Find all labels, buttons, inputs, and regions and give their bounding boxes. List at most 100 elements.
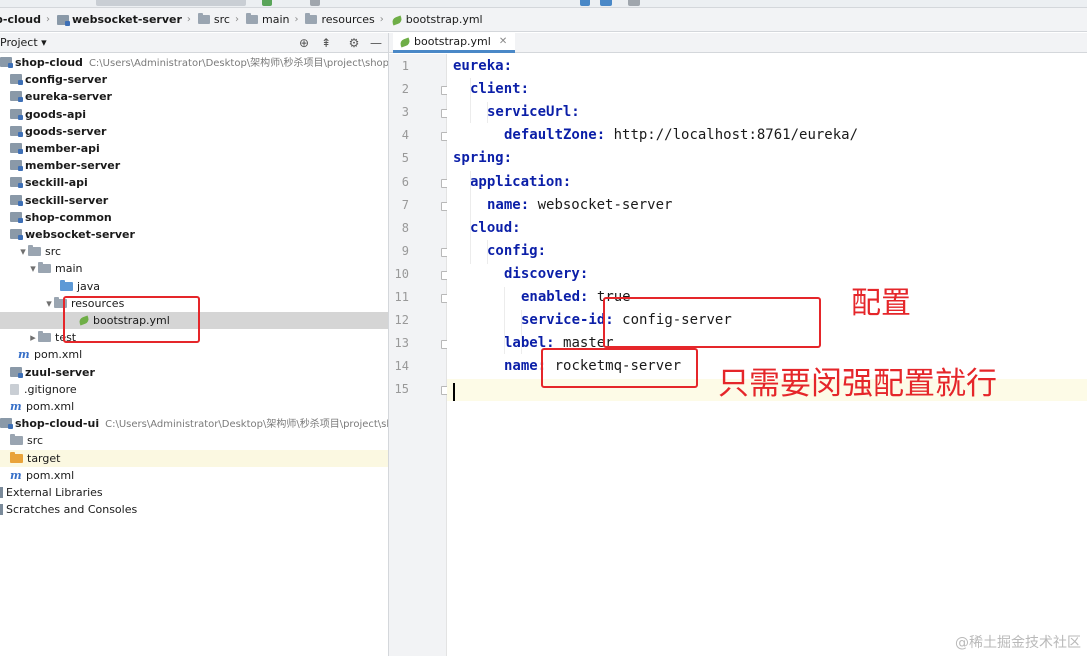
module-folder-icon (10, 108, 23, 120)
project-panel-header: Project ▾ ⊕ ⇞ ⚙ — (0, 33, 388, 53)
tree-item[interactable]: m pom.xml (0, 346, 388, 363)
run-config-selector[interactable] (96, 0, 246, 6)
folder-icon (197, 13, 210, 24)
tree-item-module[interactable]: member-server (0, 157, 388, 174)
tree-item-module[interactable]: websocket-server (0, 226, 388, 243)
tree-item-path: C:\Users\Administrator\Desktop\架构师\秒杀项目\… (105, 419, 388, 431)
line-number: 2 (401, 82, 409, 97)
tab-label: bootstrap.yml (414, 35, 491, 48)
tree-item-label: java (77, 279, 101, 293)
line-number: 6 (401, 174, 409, 189)
breadcrumb-label: bootstrap.yml (405, 13, 483, 26)
yml-file-icon (391, 15, 403, 25)
project-view-selector[interactable]: Project ▾ (0, 36, 47, 49)
breadcrumb-item[interactable]: src (194, 8, 234, 32)
tree-item-label: seckill-api (25, 176, 88, 190)
yaml-colon: : (571, 104, 580, 121)
annotation-box-name (541, 348, 698, 388)
breadcrumb-item[interactable]: resources (301, 8, 378, 32)
toolbar-icon[interactable] (628, 0, 640, 6)
folder-icon (305, 13, 318, 24)
breadcrumb-item[interactable]: bootstrap.yml (387, 8, 487, 32)
tree-item-module[interactable]: zuul-server (0, 364, 388, 381)
tree-item[interactable]: java (0, 278, 388, 295)
indent-guide (470, 78, 471, 123)
yaml-colon: : (503, 150, 513, 167)
tree-item-module[interactable]: shop-common (0, 209, 388, 226)
module-folder-icon (0, 57, 13, 68)
folder-icon (10, 434, 23, 446)
tree-item[interactable]: m pom.xml (0, 467, 388, 484)
tree-item-module[interactable]: goods-server (0, 123, 388, 140)
tree-item-label: External Libraries (6, 486, 103, 499)
run-icon[interactable] (262, 0, 272, 6)
indent-guide (487, 102, 488, 123)
tree-item-module[interactable]: goods-api (0, 106, 388, 123)
locate-target-icon[interactable]: ⊕ (296, 35, 312, 51)
annotation-only-need-label: 只需要闵强配置就行 (718, 366, 997, 402)
tree-item[interactable]: ▾ src (0, 243, 388, 260)
tree-item-label: member-server (25, 159, 121, 173)
chevron-down-icon[interactable]: ▾ (18, 243, 28, 260)
breadcrumb-item[interactable]: p-cloud (0, 8, 45, 32)
module-folder-icon (10, 143, 23, 154)
excluded-folder-icon (10, 451, 23, 463)
yaml-colon: : (520, 81, 530, 98)
source-folder-icon (60, 279, 73, 291)
yaml-colon: : (520, 196, 530, 213)
tree-item-label: pom.xml (34, 348, 83, 362)
tree-item[interactable]: .gitignore (0, 381, 388, 398)
tree-item-label: shop-common (25, 210, 112, 224)
tree-item-module[interactable]: config-server (0, 71, 388, 88)
line-number: 1 (401, 59, 409, 73)
file-icon (10, 383, 19, 395)
tree-item-label: websocket-server (25, 228, 135, 241)
line-number: 15 (394, 382, 409, 397)
tree-item-label: member-api (25, 142, 100, 155)
tree-item-module[interactable]: seckill-api (0, 174, 388, 191)
module-folder-icon (10, 91, 23, 103)
chevron-down-icon[interactable]: ▾ (28, 260, 38, 277)
yaml-key: enabled (521, 289, 581, 305)
tree-item-label: main (55, 262, 83, 276)
chevron-down-icon[interactable]: ▾ (44, 295, 54, 312)
indent-guide (487, 240, 488, 264)
tree-item-module[interactable]: member-api (0, 140, 388, 157)
chevron-right-icon[interactable]: ▸ (28, 329, 38, 346)
tree-item-library[interactable]: External Libraries (0, 484, 388, 501)
minimize-icon[interactable]: — (368, 35, 384, 51)
annotation-box-bootstrap (63, 296, 200, 343)
folder-icon (38, 331, 51, 343)
project-tree: shop-cloud C:\Users\Administrator\Desktop… (0, 54, 388, 656)
indent-guide (504, 287, 505, 354)
breadcrumb-item[interactable]: websocket-server (53, 8, 186, 32)
tree-item[interactable]: ▾ main (0, 260, 388, 277)
tree-item-library[interactable]: Scratches and Consoles (0, 501, 388, 518)
toolbar-icon[interactable] (580, 0, 590, 6)
tree-item-module[interactable]: shop-cloud-ui C:\Users\Administrator\Desk… (0, 415, 388, 432)
tree-item[interactable]: src (0, 432, 388, 449)
line-number: 12 (394, 313, 409, 328)
tree-item[interactable]: m pom.xml (0, 398, 388, 415)
tree-item-label: seckill-server (25, 193, 109, 207)
yaml-key: service-id (521, 312, 606, 329)
breadcrumb-item[interactable]: main (242, 8, 293, 32)
chevron-right-icon: › (379, 14, 384, 25)
tab-bootstrap-yml[interactable]: bootstrap.yml ✕ (393, 33, 516, 53)
tree-item-module[interactable]: seckill-server (0, 192, 388, 209)
yml-file-icon (399, 37, 411, 47)
line-number: 8 (401, 220, 409, 235)
tree-item-module[interactable]: shop-cloud C:\Users\Administrator\Desktop… (0, 54, 388, 71)
code-line: client: (470, 78, 529, 101)
line-number: 3 (401, 105, 409, 120)
module-folder-icon (10, 160, 23, 172)
tree-item-module[interactable]: eureka-server (0, 88, 388, 105)
close-icon[interactable]: ✕ (499, 36, 507, 47)
line-number: 14 (394, 359, 409, 374)
gear-icon[interactable]: ⚙ (346, 35, 362, 51)
yaml-colon: : (596, 127, 606, 144)
toolbar-icon[interactable] (310, 0, 320, 6)
collapse-all-icon[interactable]: ⇞ (318, 35, 334, 51)
toolbar-icon[interactable] (600, 0, 612, 6)
tree-item[interactable]: target (0, 449, 388, 467)
